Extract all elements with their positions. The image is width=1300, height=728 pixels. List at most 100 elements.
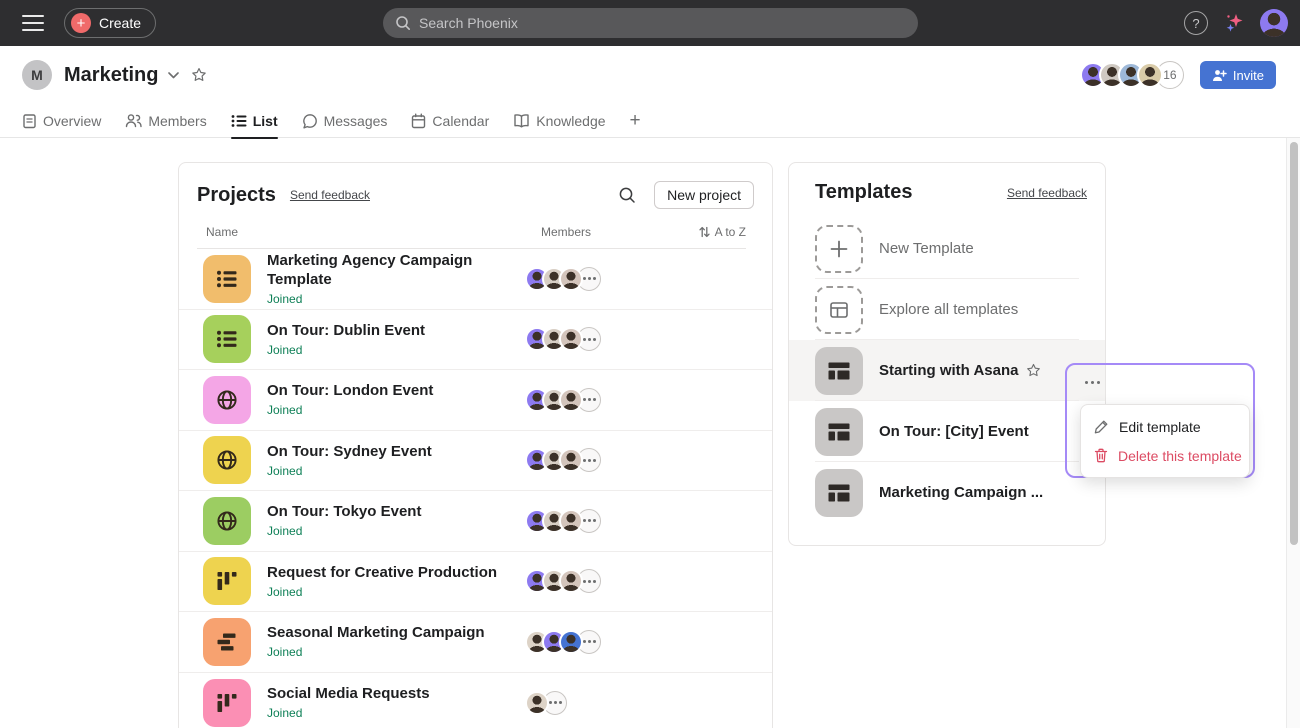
team-avatar[interactable]: M	[22, 60, 52, 90]
topbar: + Create ?	[0, 0, 1300, 46]
joined-status: Joined	[267, 585, 525, 599]
project-globe-icon	[203, 497, 251, 545]
member-avatars	[525, 327, 601, 351]
global-search-bar[interactable]	[383, 8, 918, 38]
tab-members[interactable]: Members	[125, 104, 206, 138]
page-title: Marketing	[64, 64, 158, 87]
app-window: + Create ? M Ma	[0, 0, 1300, 728]
template-icon	[815, 469, 863, 517]
template-name: On Tour: [City] Event	[879, 423, 1029, 440]
ai-sparkle-icon[interactable]	[1224, 13, 1244, 33]
table-row[interactable]: Seasonal Marketing Campaign Joined	[179, 612, 772, 673]
new-project-button[interactable]: New project	[654, 181, 754, 209]
member-avatars	[525, 569, 601, 593]
page-scrollbar[interactable]	[1286, 138, 1300, 728]
tabbar: Overview Members List Messages Calendar …	[0, 104, 1300, 138]
tab-overview[interactable]: Overview	[22, 104, 101, 138]
help-label: ?	[1192, 16, 1199, 31]
tab-messages[interactable]: Messages	[302, 104, 388, 138]
templates-feedback-link[interactable]: Send feedback	[1007, 186, 1087, 200]
table-row[interactable]: On Tour: Sydney Event Joined	[179, 431, 772, 492]
joined-status: Joined	[267, 706, 525, 720]
avatar	[559, 267, 583, 291]
explore-templates-icon	[815, 286, 863, 334]
team-header: M Marketing 16 Invite	[0, 46, 1300, 104]
tab-label: Calendar	[432, 113, 489, 129]
projects-table-header: Name Members A to Z	[179, 217, 772, 249]
table-row[interactable]: Social Media Requests Joined	[179, 673, 772, 728]
search-input[interactable]	[419, 15, 906, 31]
more-options-button[interactable]	[1081, 377, 1104, 388]
project-name[interactable]: On Tour: Dublin Event	[267, 322, 525, 341]
menu-item-label: Delete this template	[1118, 448, 1242, 464]
tab-calendar[interactable]: Calendar	[411, 104, 489, 138]
joined-status: Joined	[267, 403, 525, 417]
menu-item-label: Edit template	[1119, 419, 1201, 435]
favorite-star-icon[interactable]	[191, 67, 207, 83]
table-row[interactable]: On Tour: Tokyo Event Joined	[179, 491, 772, 552]
projects-search-icon[interactable]	[618, 186, 636, 204]
chevron-down-icon[interactable]	[168, 72, 179, 79]
template-item[interactable]: On Tour: [City] Event	[789, 401, 1105, 462]
trash-icon	[1094, 448, 1108, 463]
invite-people-icon	[1212, 69, 1227, 82]
tab-list[interactable]: List	[231, 104, 278, 138]
scrollbar-thumb[interactable]	[1290, 142, 1298, 545]
table-row[interactable]: Marketing Agency Campaign Template Joine…	[179, 249, 772, 310]
sort-label: A to Z	[715, 225, 746, 239]
project-name[interactable]: Social Media Requests	[267, 685, 525, 704]
projects-feedback-link[interactable]: Send feedback	[290, 188, 370, 202]
projects-title: Projects	[197, 184, 276, 207]
invite-button[interactable]: Invite	[1200, 61, 1276, 89]
new-template-button[interactable]: New Template	[789, 218, 1105, 279]
project-name[interactable]: Seasonal Marketing Campaign	[267, 624, 525, 643]
project-globe-icon	[203, 436, 251, 484]
template-name: Starting with Asana	[879, 362, 1018, 379]
sort-control[interactable]: A to Z	[699, 225, 746, 239]
team-facepile[interactable]: 16	[1080, 61, 1184, 89]
project-name[interactable]: On Tour: Sydney Event	[267, 443, 525, 462]
joined-status: Joined	[267, 524, 525, 538]
menu-item-edit-template[interactable]: Edit template	[1081, 412, 1249, 441]
add-tab-button[interactable]: +	[630, 110, 641, 132]
user-avatar[interactable]	[1260, 9, 1288, 37]
project-name[interactable]: Request for Creative Production	[267, 564, 525, 583]
tab-label: Overview	[43, 113, 101, 129]
member-avatars	[525, 691, 567, 715]
member-avatars	[525, 448, 601, 472]
template-item[interactable]: Starting with Asana	[789, 340, 1105, 401]
project-timeline-icon	[203, 618, 251, 666]
projects-panel: Projects Send feedback New project Name …	[178, 162, 773, 728]
hamburger-menu-icon[interactable]	[22, 15, 44, 31]
member-avatars	[525, 630, 601, 654]
member-avatars	[525, 388, 601, 412]
joined-status: Joined	[267, 292, 525, 306]
project-list-icon	[203, 255, 251, 303]
tab-label: Knowledge	[536, 113, 605, 129]
sort-arrows-icon	[699, 226, 710, 238]
project-name[interactable]: On Tour: London Event	[267, 382, 525, 401]
team-initial: M	[31, 67, 43, 83]
table-row[interactable]: Request for Creative Production Joined	[179, 552, 772, 613]
template-options-popup: Edit template Delete this template	[1065, 363, 1255, 478]
table-row[interactable]: On Tour: Dublin Event Joined	[179, 310, 772, 371]
project-name[interactable]: Marketing Agency Campaign Template	[267, 252, 525, 290]
joined-status: Joined	[267, 464, 525, 478]
table-row[interactable]: On Tour: London Event Joined	[179, 370, 772, 431]
templates-panel: Templates Send feedback New Template Exp…	[788, 162, 1106, 546]
tab-knowledge[interactable]: Knowledge	[513, 104, 605, 138]
template-name: Marketing Campaign ...	[879, 484, 1043, 501]
template-context-menu: Edit template Delete this template	[1080, 404, 1250, 478]
joined-status: Joined	[267, 645, 525, 659]
template-icon	[815, 408, 863, 456]
avatar	[559, 630, 583, 654]
column-header-name: Name	[206, 225, 238, 239]
project-name[interactable]: On Tour: Tokyo Event	[267, 503, 525, 522]
explore-templates-button[interactable]: Explore all templates	[789, 279, 1105, 340]
avatar	[559, 448, 583, 472]
favorite-star-icon[interactable]	[1026, 363, 1041, 378]
menu-item-delete-template[interactable]: Delete this template	[1081, 441, 1249, 470]
create-button[interactable]: + Create	[64, 8, 156, 38]
help-button[interactable]: ?	[1184, 11, 1208, 35]
template-item[interactable]: Marketing Campaign ...	[789, 462, 1105, 523]
